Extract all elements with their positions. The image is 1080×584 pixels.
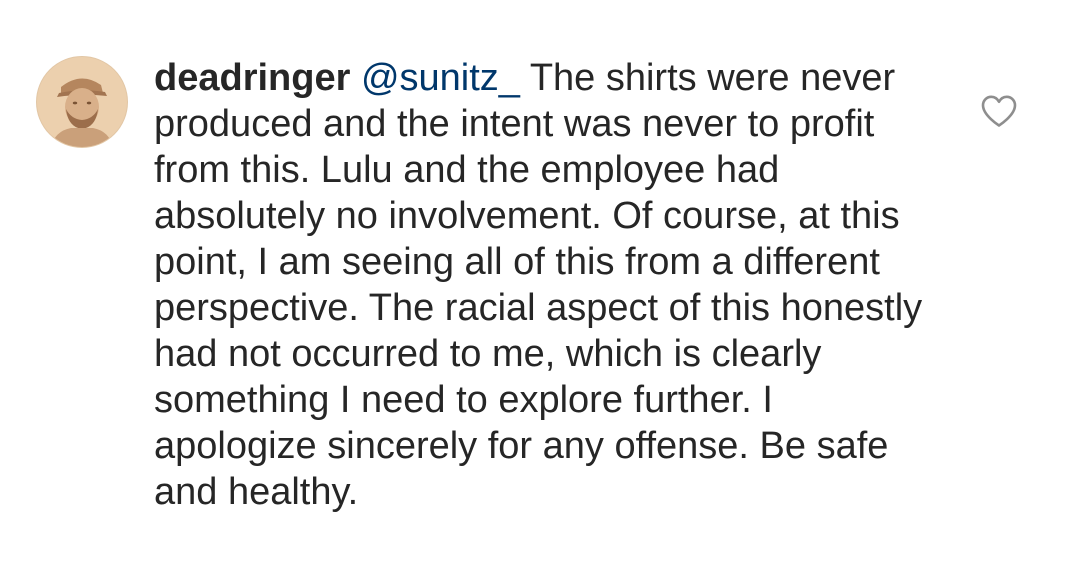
comment-text: deadringer @sunitz_ The shirts were neve… (154, 55, 934, 515)
comment-mention[interactable]: @sunitz_ (361, 57, 520, 99)
comment-body: The shirts were never produced and the i… (154, 57, 923, 513)
avatar-photo-icon (37, 57, 127, 147)
avatar[interactable] (36, 56, 128, 148)
comment-username[interactable]: deadringer (154, 57, 350, 99)
heart-outline-icon (981, 95, 1017, 127)
like-button[interactable] (980, 94, 1018, 128)
comment-item: deadringer @sunitz_ The shirts were neve… (0, 0, 1080, 584)
